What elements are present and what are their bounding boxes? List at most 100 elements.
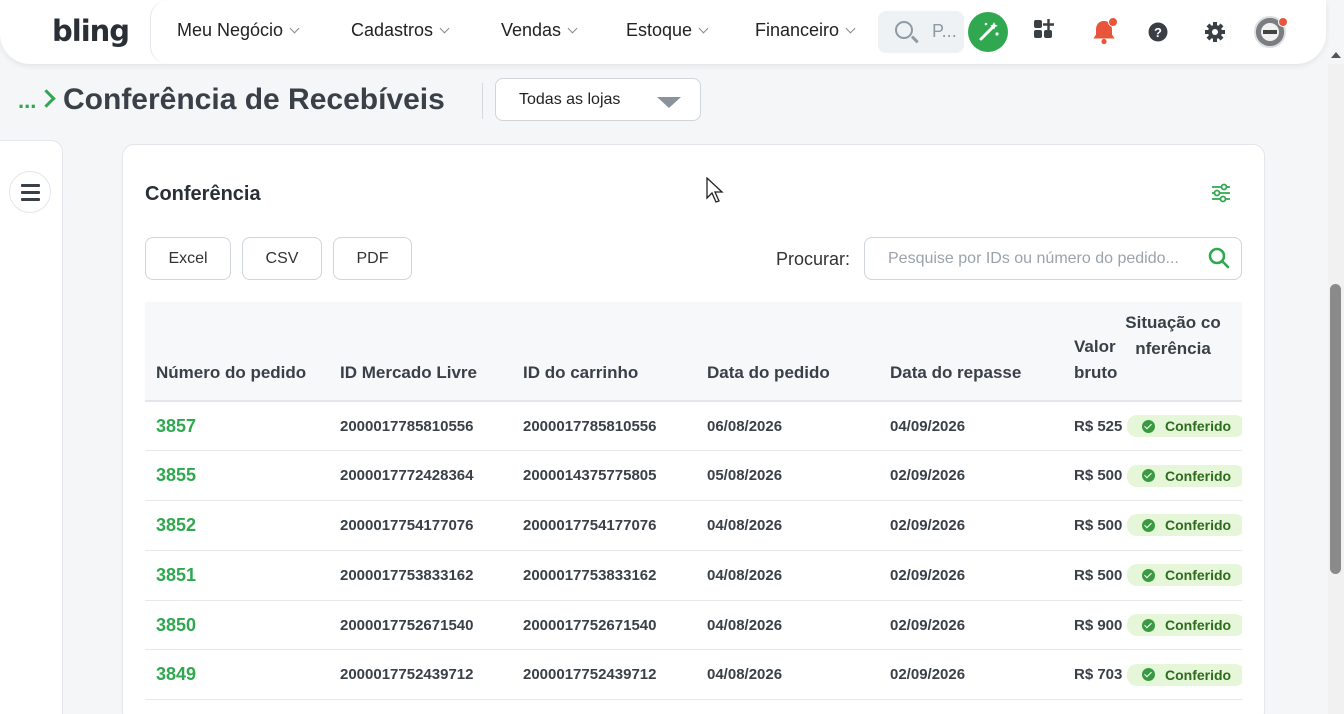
conferencia-card: Conferência Excel CSV PDF Procurar: Núme… (122, 144, 1265, 714)
order-number-link[interactable]: 3850 (145, 600, 329, 650)
notification-dot (1108, 17, 1118, 27)
status-badge-label: Conferido (1165, 617, 1232, 634)
order-number-link[interactable]: 3851 (145, 550, 329, 600)
cell-data-pedido: 04/08/2026 (707, 666, 783, 684)
table-row[interactable]: 3855 2000017772428364 2000014375775805 05/0… (145, 451, 1242, 501)
cell-situacao: Conferido (1125, 600, 1242, 650)
status-badge-label: Conferido (1165, 666, 1232, 683)
cell-situacao: Conferido (1125, 550, 1242, 600)
breadcrumb-chevron-icon (37, 89, 56, 108)
svg-text:?: ? (1154, 25, 1162, 40)
cell-valor: R$ 525 (1074, 417, 1123, 435)
breadcrumb-dots[interactable]: ... (18, 88, 36, 114)
filter-settings-icon[interactable] (1209, 181, 1233, 205)
search-input[interactable] (866, 239, 1196, 278)
search-icon[interactable] (1207, 246, 1231, 270)
status-badge: Conferido (1127, 514, 1242, 537)
cell-data-repasse: 02/09/2026 (890, 467, 966, 485)
status-badge-label: Conferido (1165, 517, 1232, 534)
nav-item-financeiro[interactable]: Financeiro (755, 20, 856, 41)
nav-item-estoque[interactable]: Estoque (626, 20, 709, 41)
cell-situacao: Conferido (1125, 650, 1242, 700)
cell-data-pedido: 06/08/2026 (707, 417, 783, 435)
store-select[interactable]: Todas as lojas (495, 78, 701, 121)
export-csv-button[interactable]: CSV (242, 237, 322, 280)
check-circle-icon (1142, 419, 1155, 433)
global-search-placeholder: P... (932, 21, 957, 41)
table-row[interactable]: 3851 2000017753833162 2000017753833162 04/0… (145, 550, 1242, 601)
global-search[interactable]: P... (878, 11, 964, 53)
cell-id-ml: 2000017752439712 (340, 666, 474, 684)
cell-id-carrinho: 2000017752439712 (523, 666, 657, 684)
nav-item-label: Financeiro (755, 20, 840, 40)
column-header-numero[interactable]: Número do pedido (145, 302, 329, 402)
magic-wand-icon (979, 22, 999, 41)
apps-icon[interactable] (1030, 16, 1062, 48)
card-title: Conferência (145, 183, 261, 205)
order-number-link[interactable]: 3855 (145, 451, 329, 501)
table-header-row: Número do pedido ID Mercado Livre ID do … (145, 302, 1242, 402)
table-wrapper: Número do pedido ID Mercado Livre ID do … (145, 302, 1242, 714)
nav-item-meu-negocio[interactable]: Meu Negócio (177, 20, 300, 41)
nav-item-vendas[interactable]: Vendas (501, 20, 578, 41)
cell-id-carrinho: 2000014375775805 (523, 467, 657, 485)
order-number-link[interactable]: 3849 (145, 650, 329, 700)
status-badge-label: Conferido (1165, 567, 1232, 584)
cell-data-repasse: 02/09/2026 (890, 516, 966, 534)
magic-wand-button[interactable] (968, 12, 1008, 52)
cell-situacao: Conferido (1125, 401, 1242, 451)
store-select-value: Todas as lojas (519, 91, 621, 108)
table-row[interactable]: 3857 2000017785810556 2000017785810556 06/0… (145, 401, 1242, 451)
table-row[interactable]: 3849 2000017752439712 2000017752439712 04/0… (145, 650, 1242, 700)
nav-item-label: Vendas (501, 20, 562, 40)
cell-id-ml: 2000017754177076 (340, 516, 474, 534)
export-excel-button[interactable]: Excel (145, 237, 231, 280)
nav-item-cadastros[interactable]: Cadastros (351, 20, 450, 41)
mouse-cursor-icon (706, 177, 724, 203)
title-divider (482, 83, 483, 119)
column-header-id-ml[interactable]: ID Mercado Livre (329, 302, 512, 402)
column-header-data-pedido[interactable]: Data do pedido (696, 302, 879, 402)
bling-logo[interactable]: bling (52, 14, 130, 48)
top-navbar: bling Meu Negócio Cadastros Vendas Estoq… (0, 0, 1326, 64)
column-header-data-repasse[interactable]: Data do repasse (879, 302, 1063, 402)
status-badge-label: Conferido (1165, 467, 1232, 484)
status-badge: Conferido (1127, 663, 1242, 686)
column-header-id-carrinho[interactable]: ID do carrinho (512, 302, 696, 402)
cell-valor: R$ 500 (1074, 516, 1123, 534)
cell-id-carrinho: 2000017753833162 (523, 566, 657, 584)
chevron-down-icon (567, 23, 578, 34)
nav-item-label: Cadastros (351, 20, 434, 40)
check-circle-icon (1142, 618, 1155, 632)
nav-item-label: Estoque (626, 20, 693, 40)
cell-valor: R$ 900 (1074, 616, 1123, 634)
cell-id-ml: 2000017772428364 (340, 467, 474, 485)
table-row[interactable]: 3850 2000017752671540 2000017752671540 04/0… (145, 600, 1242, 650)
check-circle-icon (1142, 568, 1155, 582)
logo-divider (150, 0, 168, 64)
cell-data-repasse: 02/09/2026 (890, 566, 966, 584)
cell-valor: R$ 500 (1074, 467, 1123, 485)
cell-situacao: Conferido (1125, 501, 1242, 551)
cell-id-carrinho: 2000017785810556 (523, 417, 657, 435)
search-icon (895, 21, 913, 39)
chevron-down-icon (845, 23, 856, 34)
menu-toggle-button[interactable] (9, 171, 51, 213)
column-header-situacao[interactable]: Situação conferência (1125, 302, 1242, 402)
scroll-up-arrow-icon[interactable] (1331, 52, 1341, 58)
caret-down-icon (657, 97, 681, 108)
search-label: Procurar: (776, 249, 851, 269)
table-row[interactable]: 3852 2000017754177076 2000017754177076 04/0… (145, 501, 1242, 551)
export-pdf-button[interactable]: PDF (333, 237, 412, 280)
chevron-down-icon (439, 23, 450, 34)
status-badge-label: Conferido (1165, 418, 1232, 435)
order-number-link[interactable]: 3857 (145, 401, 329, 451)
order-number-link[interactable]: 3852 (145, 501, 329, 551)
cell-valor: R$ 703 (1074, 666, 1123, 684)
column-header-valor[interactable]: Valor bruto (1063, 302, 1125, 402)
cell-data-repasse: 02/09/2026 (890, 666, 966, 684)
help-icon[interactable]: ? (1144, 16, 1176, 48)
page-scrollbar-thumb[interactable] (1330, 284, 1341, 574)
check-circle-icon (1142, 518, 1155, 532)
gear-icon[interactable] (1200, 16, 1232, 48)
